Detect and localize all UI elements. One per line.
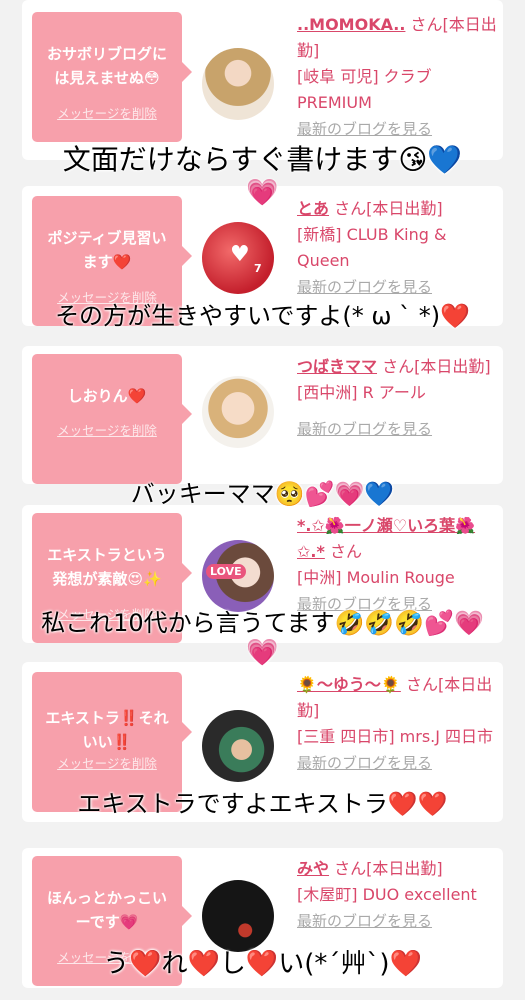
store-info: [三重 四日市] mrs.J 四日市 <box>297 727 494 746</box>
overlay-caption: 私これ10代から言うてます🤣🤣🤣💕💗 <box>41 609 484 637</box>
attendance-status: さん[本日出勤] <box>382 357 491 376</box>
latest-blog-link[interactable]: 最新のブログを見る <box>297 420 432 438</box>
profile-info: つばきママ さん[本日出勤] [西中洲] R アール 最新のブログを見る <box>297 354 497 438</box>
overlay-caption: う❤️れ❤️し❤️い(*´艸`)❤️ <box>103 949 422 979</box>
profile-name-link[interactable]: ..MOMOKA.. <box>297 15 405 34</box>
message-card: おサボリブログには見えませぬ😳 メッセージを削除 ..MOMOKA.. さん[本… <box>22 0 503 160</box>
profile-info: *.✩🌺一ノ瀬♡いろ葉🌺✩.* さん [中洲] Moulin Rouge 最新の… <box>297 513 497 617</box>
avatar[interactable] <box>202 48 274 120</box>
overlay-caption: その方が生きやすいですよ(* ω ` *)❤️ <box>55 302 470 330</box>
latest-blog-link[interactable]: 最新のブログを見る <box>297 278 432 296</box>
overlay-caption: エキストラですよエキストラ❤️❤️ <box>77 790 448 818</box>
message-text: ほんっとかっこいーです💗 <box>46 889 167 931</box>
profile-name-link[interactable]: みや <box>297 859 329 878</box>
latest-blog-link[interactable]: 最新のブログを見る <box>297 120 432 138</box>
profile-info: みや さん[本日出勤] [木屋町] DUO excellent 最新のブログを見… <box>297 856 497 934</box>
avatar-badge: 7 <box>254 262 262 275</box>
avatar[interactable] <box>202 710 274 782</box>
attendance-status: さん <box>329 542 362 561</box>
attendance-status: さん[本日出勤] <box>334 859 443 878</box>
message-text: しおりん❤️ <box>67 387 147 405</box>
latest-blog-link[interactable]: 最新のブログを見る <box>297 912 432 930</box>
store-info: [西中洲] R アール <box>297 383 426 402</box>
message-bubble: しおりん❤️ メッセージを削除 <box>32 354 192 484</box>
overlay-caption: 文面だけならすぐ書けます😘💙 <box>62 143 463 176</box>
profile-name-link[interactable]: 🌻〜ゆう〜🌻 <box>297 675 401 694</box>
profile-name-link[interactable]: つばきママ <box>297 357 377 376</box>
avatar[interactable] <box>202 880 274 952</box>
message-text: ポジティブ見習います❤️ <box>47 229 167 271</box>
store-info: [新橋] CLUB King & Queen <box>297 225 447 270</box>
latest-blog-link[interactable]: 最新のブログを見る <box>297 754 432 772</box>
delete-message-link[interactable]: メッセージを削除 <box>32 420 182 439</box>
profile-info: 🌻〜ゆう〜🌻 さん[本日出勤] [三重 四日市] mrs.J 四日市 最新のブロ… <box>297 672 497 776</box>
message-text: エキストラという発想が素敵😍✨ <box>47 546 167 588</box>
overlay-caption: 💗 <box>246 638 279 668</box>
profile-info: ..MOMOKA.. さん[本日出勤] [岐阜 可児] クラブPREMIUM 最… <box>297 12 497 142</box>
profile-name-link[interactable]: *.✩🌺一ノ瀬♡いろ葉🌺✩.* <box>297 516 475 561</box>
store-info: [岐阜 可児] クラブPREMIUM <box>297 67 432 112</box>
delete-message-link[interactable]: メッセージを削除 <box>32 753 182 772</box>
store-info: [中洲] Moulin Rouge <box>297 568 455 587</box>
message-text: おサボリブログには見えませぬ😳 <box>46 45 167 87</box>
heart-icon: ♥ <box>230 242 250 267</box>
avatar[interactable]: LOVE <box>202 540 274 612</box>
profile-info: とあ さん[本日出勤] [新橋] CLUB King & Queen 最新のブロ… <box>297 196 497 300</box>
overlay-caption: バッキーママ🥺💕💗💙 <box>130 480 395 508</box>
avatar[interactable]: ♥ 7 <box>202 222 274 294</box>
avatar[interactable] <box>202 376 274 448</box>
store-info: [木屋町] DUO excellent <box>297 885 477 904</box>
avatar-badge: LOVE <box>206 564 246 579</box>
message-bubble: おサボリブログには見えませぬ😳 メッセージを削除 <box>32 12 192 142</box>
delete-message-link[interactable]: メッセージを削除 <box>32 103 182 122</box>
overlay-caption: 💗 <box>246 178 279 208</box>
message-text: エキストラ‼️それいい‼️ <box>45 709 169 751</box>
message-card: しおりん❤️ メッセージを削除 つばきママ さん[本日出勤] [西中洲] R ア… <box>22 346 503 484</box>
